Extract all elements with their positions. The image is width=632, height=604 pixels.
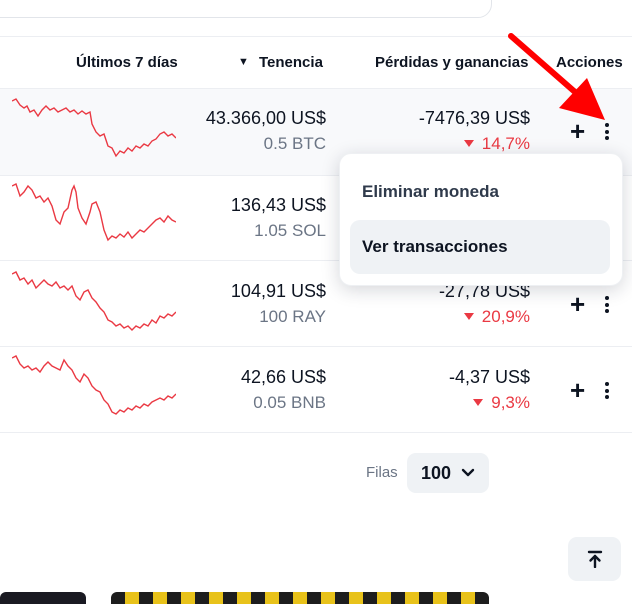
- holding-value: 42,66 US$: [240, 367, 326, 387]
- rows-label: Filas: [366, 464, 398, 481]
- holding-amount: 1.05 SOL: [254, 221, 326, 240]
- rows-per-page-value: 100: [420, 462, 452, 483]
- holding-amount: 0.5 BTC: [263, 134, 326, 153]
- header-last-7-days[interactable]: Últimos 7 días: [76, 54, 178, 71]
- sparkline-chart: [12, 355, 176, 415]
- down-triangle-icon: [463, 313, 474, 321]
- down-triangle-icon: [473, 399, 484, 407]
- menu-item-view-transactions[interactable]: Ver transacciones: [350, 220, 610, 274]
- kebab-icon[interactable]: [605, 296, 609, 316]
- pnl-percent: 20,9%: [463, 307, 530, 327]
- holding-value: 104,91 US$: [230, 281, 326, 301]
- row-actions-menu: Eliminar moneda Ver transacciones: [339, 153, 623, 286]
- annotation-arrow-icon: [508, 33, 605, 120]
- table-bottom-divider: [0, 432, 632, 433]
- search-input[interactable]: [0, 0, 492, 18]
- sort-desc-icon: ▼: [238, 56, 249, 68]
- rows-per-page-select[interactable]: 100: [407, 453, 489, 493]
- kebab-icon[interactable]: [605, 382, 609, 402]
- holding-amount: 0.05 BNB: [253, 393, 326, 412]
- sparkline-chart: [12, 271, 176, 331]
- sparkline-chart: [12, 98, 176, 158]
- menu-item-remove-coin[interactable]: Eliminar moneda: [350, 165, 610, 219]
- row-divider: [0, 346, 632, 347]
- down-triangle-icon: [463, 140, 474, 148]
- holding-amount: 100 RAY: [259, 307, 326, 326]
- chevron-down-icon: [461, 468, 475, 477]
- pnl-percent: 9,3%: [473, 393, 530, 413]
- add-transaction-button[interactable]: +: [570, 377, 585, 403]
- promo-thumbnail[interactable]: [0, 592, 86, 604]
- promo-banner[interactable]: [111, 592, 489, 604]
- arrow-up-icon: [587, 550, 602, 568]
- pnl-percent: 14,7%: [463, 134, 530, 154]
- back-to-top-button[interactable]: [568, 537, 621, 581]
- add-transaction-button[interactable]: +: [570, 291, 585, 317]
- holding-value: 136,43 US$: [230, 195, 326, 215]
- holding-value: 43.366,00 US$: [205, 108, 326, 128]
- header-holdings[interactable]: Tenencia: [259, 54, 323, 71]
- sparkline-chart: [12, 183, 176, 242]
- pnl-value: -4,37 US$: [448, 367, 530, 387]
